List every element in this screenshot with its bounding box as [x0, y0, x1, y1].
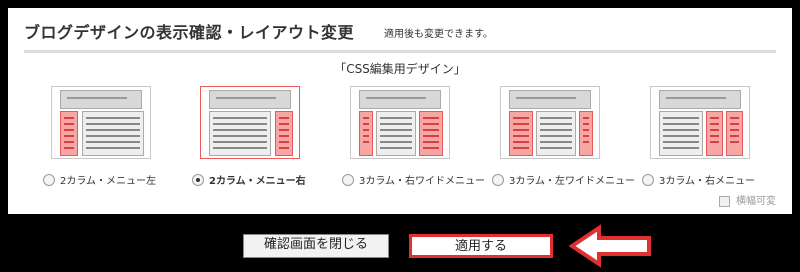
variable-width-checkbox[interactable] [719, 195, 730, 207]
layout-thumbnail[interactable] [51, 86, 151, 159]
layout-label: 3カラム・右ワイドメニュー [359, 176, 486, 187]
css-design-heading: 「CSS編集用デザイン」 [334, 62, 466, 76]
layout-radio[interactable] [492, 173, 504, 186]
layout-label: 3カラム・左ワイドメニュー [509, 176, 636, 187]
layout-label: 2カラム・メニュー右 [209, 176, 306, 187]
layout-radio[interactable] [43, 173, 55, 186]
layout-thumbnail[interactable] [200, 86, 300, 159]
layout-radio-selected[interactable] [192, 173, 204, 186]
layout-label: 3カラム・右メニュー [659, 176, 756, 187]
divider [24, 50, 776, 53]
layout-label: 2カラム・メニュー左 [60, 176, 157, 187]
apply-hint: 適用後も変更できます。 [384, 29, 493, 40]
variable-width-label: 横幅可変 [736, 196, 776, 207]
left-arrow-icon [569, 224, 651, 268]
page-title: ブログデザインの表示確認・レイアウト変更 [24, 23, 355, 42]
layout-radio[interactable] [342, 173, 354, 186]
layout-radio[interactable] [642, 173, 654, 186]
layout-panel: ブログデザインの表示確認・レイアウト変更 適用後も変更できます。 「CSS編集用… [8, 8, 792, 214]
apply-button[interactable]: 適用する [409, 234, 553, 258]
close-preview-button[interactable]: 確認画面を閉じる [243, 234, 389, 258]
layout-thumbnail[interactable] [650, 86, 750, 159]
variable-width-option[interactable]: 横幅可変 [719, 192, 776, 207]
layout-thumbnail[interactable] [500, 86, 600, 159]
layout-thumbnail[interactable] [350, 86, 450, 159]
